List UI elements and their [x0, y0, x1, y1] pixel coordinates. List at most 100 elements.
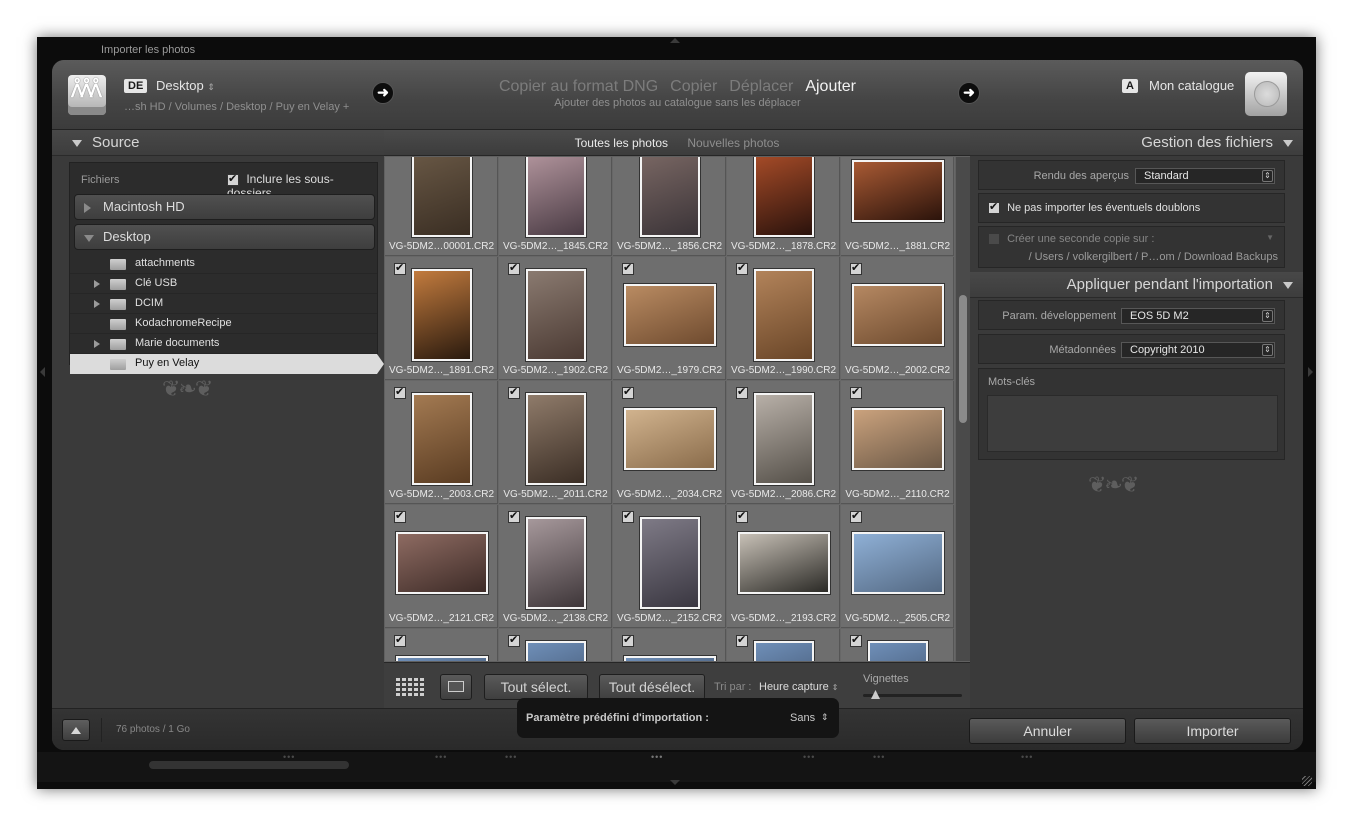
- photo-include-checkbox[interactable]: [508, 385, 520, 399]
- source-panel-header[interactable]: Source: [52, 130, 384, 156]
- photo-thumbnail[interactable]: [624, 408, 716, 470]
- photo-cell[interactable]: VG-5DM2…_2152.CR2: [613, 505, 726, 628]
- photo-thumbnail[interactable]: [526, 269, 586, 361]
- photo-thumbnail[interactable]: [412, 393, 472, 485]
- grid-scrollbar[interactable]: [956, 157, 970, 661]
- expand-triangle-icon[interactable]: [94, 280, 100, 288]
- mode-add[interactable]: Ajouter: [805, 78, 856, 95]
- mode-copy[interactable]: Copier: [670, 78, 717, 95]
- photo-include-checkbox[interactable]: [508, 509, 520, 523]
- photo-cell[interactable]: VG-5DM2…_1878.CR2: [727, 157, 840, 256]
- photo-thumbnail[interactable]: [754, 641, 814, 661]
- photo-thumbnail[interactable]: [526, 157, 586, 237]
- photo-cell[interactable]: [841, 629, 954, 661]
- photo-thumbnail[interactable]: [754, 269, 814, 361]
- photo-thumbnail[interactable]: [852, 408, 944, 470]
- photo-include-checkbox[interactable]: [622, 261, 634, 275]
- volume-macintosh-hd[interactable]: Macintosh HD: [74, 194, 375, 220]
- photo-thumbnail[interactable]: [396, 532, 488, 594]
- filter-all-photos[interactable]: Toutes les photos: [575, 136, 668, 150]
- metadata-select[interactable]: Copyright 2010 ⇕: [1121, 342, 1275, 358]
- photo-include-checkbox[interactable]: [394, 385, 406, 399]
- photo-cell[interactable]: VG-5DM2…_1845.CR2: [499, 157, 612, 256]
- no-duplicates-toggle[interactable]: Ne pas importer les éventuels doublons: [988, 200, 1200, 215]
- photo-thumbnail[interactable]: [852, 284, 944, 346]
- photo-cell[interactable]: VG-5DM2…_2121.CR2: [385, 505, 498, 628]
- scrollbar-thumb[interactable]: [959, 295, 967, 423]
- folder-item[interactable]: Clé USB: [70, 274, 377, 294]
- select-all-button[interactable]: Tout sélect.: [484, 674, 588, 700]
- photo-include-checkbox[interactable]: [394, 509, 406, 523]
- photo-cell[interactable]: VG-5DM2…_1891.CR2: [385, 257, 498, 380]
- thumbnail-size-slider[interactable]: [863, 690, 962, 699]
- loupe-view-button[interactable]: [440, 674, 472, 700]
- cancel-button[interactable]: Annuler: [969, 718, 1126, 744]
- collapse-triangle-icon[interactable]: [84, 235, 94, 242]
- photo-cell[interactable]: VG-5DM2…_2193.CR2: [727, 505, 840, 628]
- photo-cell[interactable]: VG-5DM2…_2002.CR2: [841, 257, 954, 380]
- photo-cell[interactable]: VG-5DM2…_2505.CR2: [841, 505, 954, 628]
- photo-thumbnail[interactable]: [754, 157, 814, 237]
- photo-cell[interactable]: VG-5DM2…_2086.CR2: [727, 381, 840, 504]
- left-panel-toggle-icon[interactable]: [40, 367, 45, 377]
- photo-include-checkbox[interactable]: [622, 509, 634, 523]
- photo-include-checkbox[interactable]: [850, 385, 862, 399]
- photo-cell[interactable]: [499, 629, 612, 661]
- photo-cell[interactable]: VG-5DM2…_2011.CR2: [499, 381, 612, 504]
- photo-thumbnail[interactable]: [624, 284, 716, 346]
- folder-item[interactable]: DCIM: [70, 294, 377, 314]
- resize-grip-icon[interactable]: [1302, 776, 1312, 786]
- photo-cell[interactable]: [385, 629, 498, 661]
- filter-new-photos[interactable]: Nouvelles photos: [687, 136, 779, 150]
- photo-thumbnail[interactable]: [868, 641, 928, 661]
- photo-include-checkbox[interactable]: [736, 509, 748, 523]
- folder-item[interactable]: attachments: [70, 254, 377, 274]
- mode-copy-dng[interactable]: Copier au format DNG: [499, 78, 658, 95]
- photo-include-checkbox[interactable]: [622, 633, 634, 647]
- photo-cell[interactable]: VG-5DM2…_2003.CR2: [385, 381, 498, 504]
- photo-include-checkbox[interactable]: [850, 633, 862, 647]
- collapse-dialog-button[interactable]: [62, 719, 90, 741]
- second-copy-checkbox[interactable]: [988, 233, 1000, 246]
- photo-cell[interactable]: VG-5DM2…_1979.CR2: [613, 257, 726, 380]
- expand-triangle-icon[interactable]: [94, 340, 100, 348]
- apply-import-header[interactable]: Appliquer pendant l'importation: [970, 272, 1303, 298]
- photo-include-checkbox[interactable]: [736, 385, 748, 399]
- destination-name[interactable]: Mon catalogue: [1149, 78, 1234, 93]
- keywords-input[interactable]: [987, 395, 1278, 452]
- photo-include-checkbox[interactable]: [736, 261, 748, 275]
- photo-thumbnail[interactable]: [754, 393, 814, 485]
- preview-select[interactable]: Standard ⇕: [1135, 168, 1275, 184]
- photo-cell[interactable]: VG-5DM2…_1902.CR2: [499, 257, 612, 380]
- filmstrip-scrollbar[interactable]: [149, 761, 349, 769]
- import-preset-bar[interactable]: Paramètre prédéfini d'importation : Sans…: [517, 698, 839, 738]
- grid-view-icon[interactable]: [396, 678, 426, 696]
- import-button[interactable]: Importer: [1134, 718, 1291, 744]
- right-panel-toggle-icon[interactable]: [1308, 367, 1313, 377]
- photo-include-checkbox[interactable]: [394, 261, 406, 275]
- folder-item[interactable]: KodachromeRecipe: [70, 314, 377, 334]
- photo-thumbnail[interactable]: [412, 269, 472, 361]
- photo-thumbnail[interactable]: [412, 157, 472, 237]
- no-duplicates-checkbox[interactable]: [988, 200, 1000, 215]
- expand-triangle-icon[interactable]: [84, 203, 91, 213]
- volume-desktop[interactable]: Desktop: [74, 224, 375, 250]
- photo-include-checkbox[interactable]: [850, 261, 862, 275]
- photo-cell[interactable]: VG-5DM2…00001.CR2: [385, 157, 498, 256]
- photo-include-checkbox[interactable]: [622, 385, 634, 399]
- photo-include-checkbox[interactable]: [508, 261, 520, 275]
- photo-include-checkbox[interactable]: [394, 633, 406, 647]
- photo-thumbnail[interactable]: [640, 157, 700, 237]
- photo-thumbnail[interactable]: [526, 393, 586, 485]
- photo-include-checkbox[interactable]: [850, 509, 862, 523]
- develop-select[interactable]: EOS 5D M2 ⇕: [1121, 308, 1275, 324]
- photo-include-checkbox[interactable]: [736, 633, 748, 647]
- chevron-down-icon[interactable]: ▼: [1266, 233, 1274, 242]
- photo-thumbnail[interactable]: [640, 517, 700, 609]
- folder-item[interactable]: Marie documents: [70, 334, 377, 354]
- sort-selector[interactable]: Heure capture ⇕: [759, 681, 838, 693]
- photo-thumbnail[interactable]: [396, 656, 488, 661]
- photo-thumbnail[interactable]: [624, 656, 716, 661]
- photo-thumbnail[interactable]: [526, 641, 586, 661]
- deselect-all-button[interactable]: Tout désélect.: [599, 674, 705, 700]
